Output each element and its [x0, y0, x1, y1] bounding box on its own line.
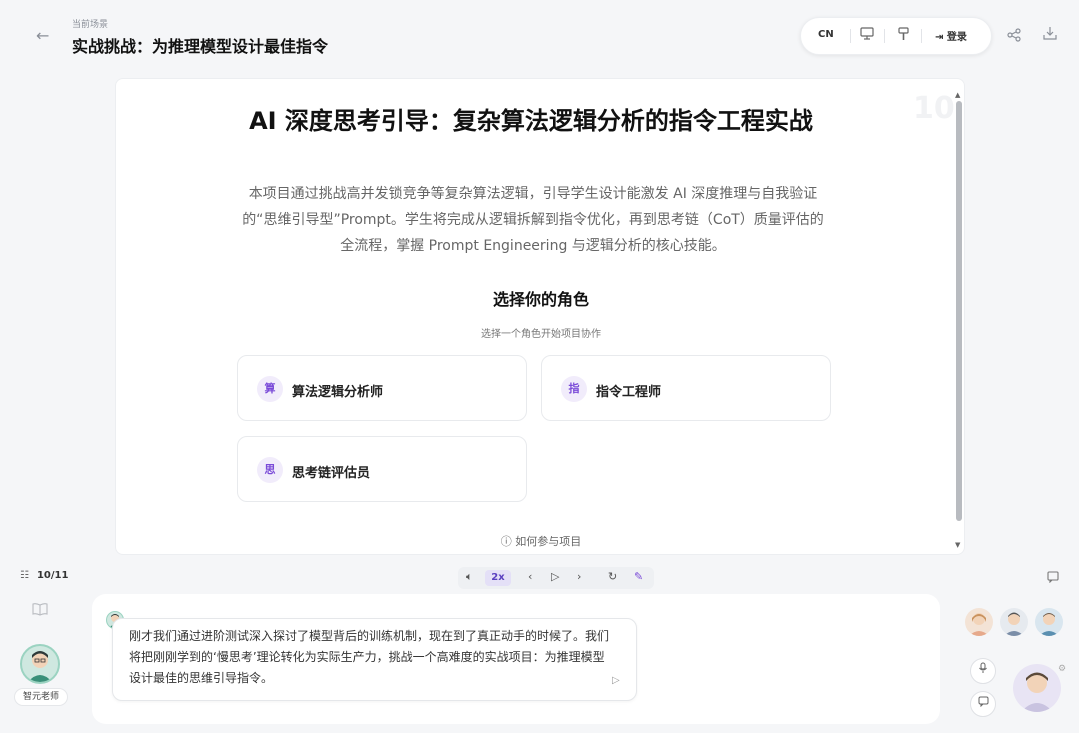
download-icon[interactable] [1043, 26, 1057, 44]
role-label: 思考链评估员 [292, 466, 371, 481]
role-subheading: 选择一个角色开始项目协作 [481, 329, 601, 340]
previous-icon[interactable]: ‹ [528, 570, 532, 583]
repeat-icon[interactable]: ↻ [608, 570, 617, 583]
language-toggle[interactable]: CN [818, 29, 834, 40]
toolbar-separator [884, 29, 885, 43]
how-to-join-link[interactable]: ⓘ 如何参与项目 [116, 533, 964, 549]
chat-bubble-icon[interactable] [970, 691, 996, 717]
pen-icon[interactable]: ✎ [634, 570, 643, 583]
arrow-left-icon[interactable]: ← [36, 26, 49, 45]
message-text: 刚才我们通过进阶测试深入探讨了模型背后的训练机制，现在到了真正动手的时候了。我们… [129, 629, 610, 685]
page-watermark: 10 [913, 91, 955, 126]
role-card-algorithm-analyst[interactable]: 算 算法逻辑分析师 [237, 355, 527, 421]
scene-label: 当前场景 [72, 20, 109, 30]
microphone-icon[interactable] [970, 658, 996, 684]
message-bubble: 刚才我们通过进阶测试深入探讨了模型背后的训练机制，现在到了真正动手的时候了。我们… [112, 618, 637, 701]
role-card-cot-evaluator[interactable]: 思 思考链评估员 [237, 436, 527, 502]
monitor-icon[interactable] [860, 27, 874, 44]
play-audio-icon[interactable]: ▷ [612, 675, 620, 686]
login-icon: ⇥ [935, 32, 944, 43]
teacher-name: 智元老师 [14, 688, 68, 706]
role-card-prompt-engineer[interactable]: 指 指令工程师 [541, 355, 831, 421]
chat-area: 智元老师 刚才我们通过进阶测试深入探讨了模型背后的训练机制，现在到了真正动手的时… [0, 590, 1079, 733]
student-avatar[interactable] [965, 608, 993, 636]
book-icon[interactable] [32, 602, 48, 620]
participants-column: ⚙︎ [955, 590, 1079, 733]
user-avatar[interactable] [1013, 664, 1061, 712]
toolbar-pill: CN ⇥ 登录 [800, 17, 992, 55]
control-bar: ☷ 10/11 🔈︎ 2x ‹ ▷ › ↻ ✎ [0, 564, 1079, 590]
speed-button[interactable]: 2x [485, 570, 511, 586]
role-heading: 选择你的角色 [492, 290, 589, 309]
scene-title: 实战挑战：为推理模型设计最佳指令 [72, 37, 329, 56]
scrollbar[interactable]: ▲ ▼ [955, 91, 963, 551]
role-icon: 思 [257, 457, 283, 483]
scrollbar-thumb[interactable] [956, 101, 962, 521]
next-icon[interactable]: › [577, 570, 581, 583]
login-label: 登录 [946, 32, 967, 43]
login-button[interactable]: ⇥ 登录 [935, 28, 967, 43]
how-to-join-label: 如何参与项目 [515, 535, 582, 548]
role-label: 指令工程师 [596, 385, 662, 400]
toolbar-separator [921, 29, 922, 43]
slide-card: 10 ▲ ▼ AI 深度思考引导：复杂算法逻辑分析的指令工程实战 本项目通过挑战… [115, 78, 965, 555]
top-bar: ← 当前场景 实战挑战：为推理模型设计最佳指令 CN ⇥ 登录 [0, 0, 1079, 70]
chat-bubble-icon[interactable] [1047, 571, 1059, 586]
scroll-up-icon[interactable]: ▲ [955, 91, 960, 99]
help-circle-icon: ⓘ [500, 535, 512, 548]
play-icon[interactable]: ▷ [551, 570, 559, 583]
page-indicator[interactable]: ☷ 10/11 [20, 570, 68, 581]
player-controls: 🔈︎ 2x ‹ ▷ › ↻ ✎ [458, 567, 654, 589]
page-number: 10/11 [36, 570, 69, 581]
student-avatar[interactable] [1000, 608, 1028, 636]
role-icon: 指 [561, 376, 587, 402]
slide-description: 本项目通过挑战高并发锁竞争等复杂算法逻辑，引导学生设计能激发 AI 深度推理与自… [242, 186, 824, 254]
teacher-avatar[interactable] [20, 644, 60, 684]
brush-icon[interactable] [897, 27, 910, 45]
role-label: 算法逻辑分析师 [292, 385, 384, 400]
share-icon[interactable] [1007, 28, 1021, 46]
role-icon: 算 [257, 376, 283, 402]
message-pane: 刚才我们通过进阶测试深入探讨了模型背后的训练机制，现在到了真正动手的时候了。我们… [92, 594, 940, 724]
teacher-column: 智元老师 [0, 590, 82, 733]
outline-icon: ☷ [20, 570, 29, 581]
volume-icon[interactable]: 🔈︎ [466, 570, 473, 584]
toolbar-separator [850, 29, 851, 43]
slide-title: AI 深度思考引导：复杂算法逻辑分析的指令工程实战 [249, 107, 813, 135]
student-avatar[interactable] [1035, 608, 1063, 636]
settings-icon[interactable]: ⚙︎ [1058, 664, 1066, 674]
